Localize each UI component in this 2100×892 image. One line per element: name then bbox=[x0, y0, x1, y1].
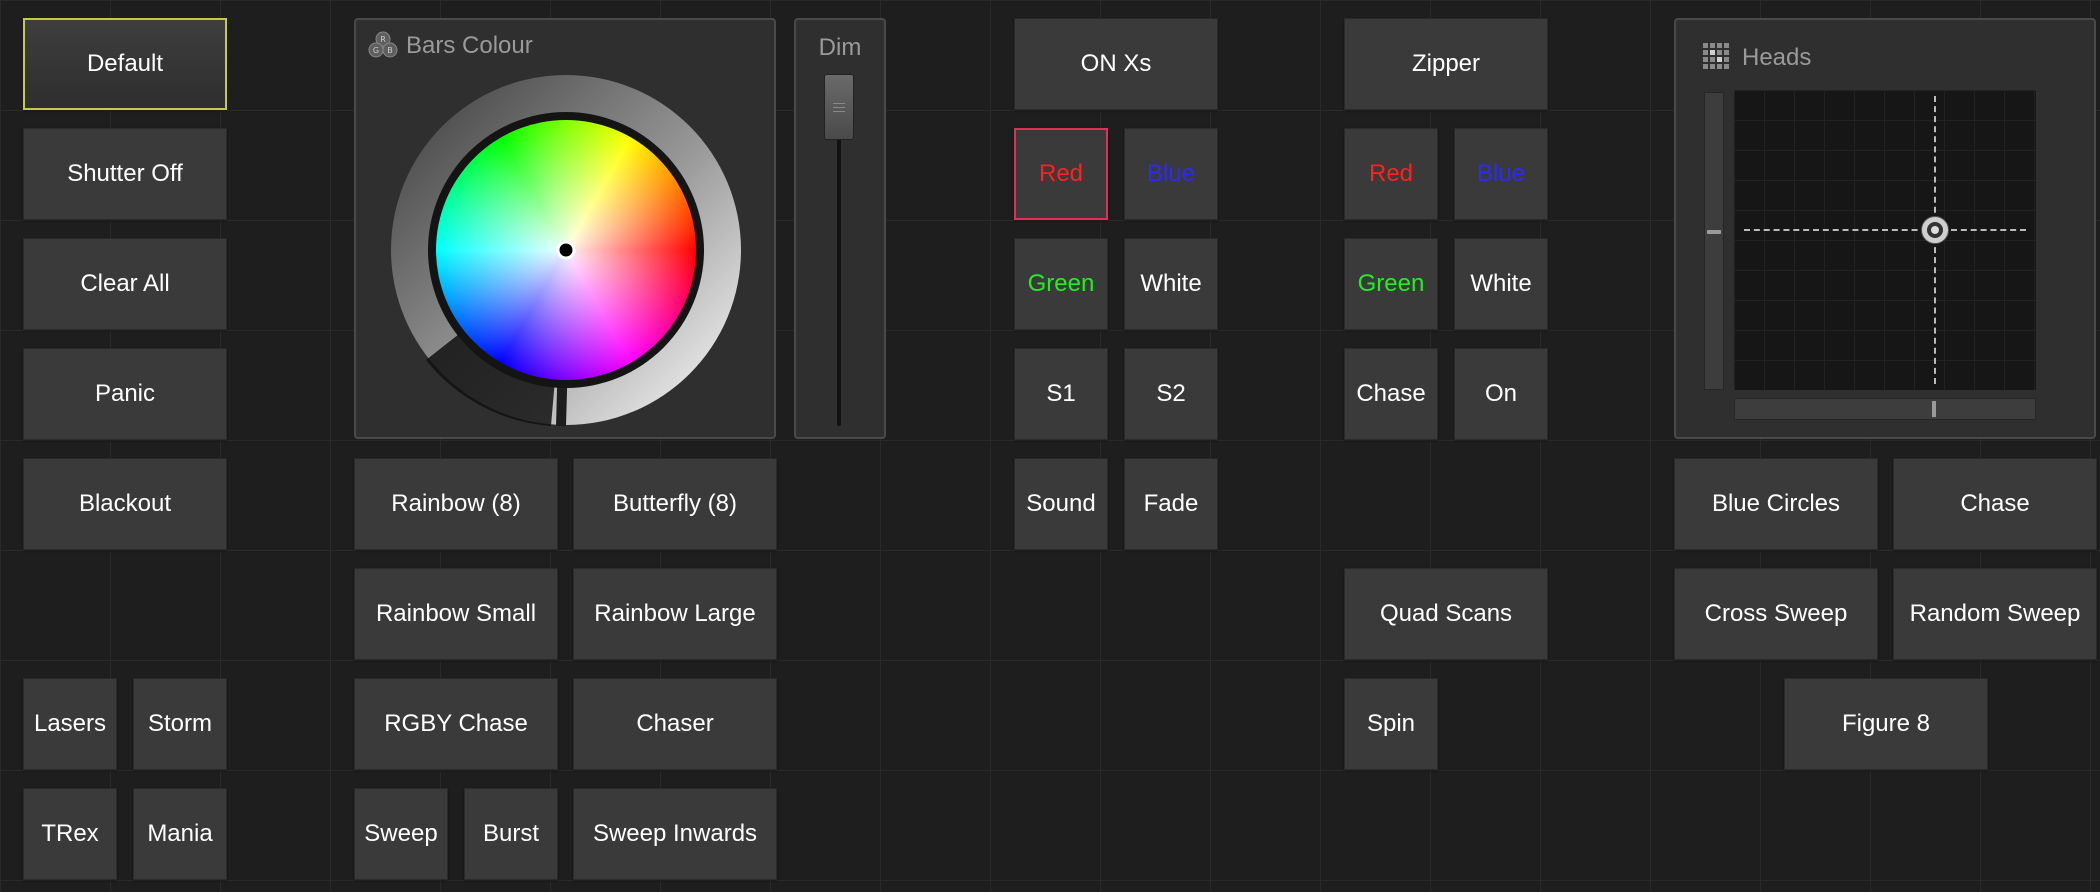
on-xs-white-button[interactable]: White bbox=[1124, 238, 1218, 330]
sweep-inwards-button[interactable]: Sweep Inwards bbox=[573, 788, 777, 880]
tilt-slider[interactable] bbox=[1704, 92, 1724, 390]
zipper-on-button[interactable]: On bbox=[1454, 348, 1548, 440]
on-xs-fade-button[interactable]: Fade bbox=[1124, 458, 1218, 550]
zipper-green-button[interactable]: Green bbox=[1344, 238, 1438, 330]
pan-slider-handle[interactable] bbox=[1932, 401, 1936, 417]
quad-scans-button[interactable]: Quad Scans bbox=[1344, 568, 1548, 660]
heads-chase-button[interactable]: Chase bbox=[1893, 458, 2097, 550]
svg-text:B: B bbox=[387, 46, 393, 55]
rainbow-small-button[interactable]: Rainbow Small bbox=[354, 568, 558, 660]
default-button[interactable]: Default bbox=[23, 18, 227, 110]
burst-button[interactable]: Burst bbox=[464, 788, 558, 880]
zipper-blue-button[interactable]: Blue bbox=[1454, 128, 1548, 220]
pan-tilt-pad[interactable] bbox=[1734, 90, 2036, 390]
clear-all-button[interactable]: Clear All bbox=[23, 238, 227, 330]
rainbow-8-button[interactable]: Rainbow (8) bbox=[354, 458, 558, 550]
colour-picker-marker[interactable] bbox=[556, 240, 576, 260]
zipper-button[interactable]: Zipper bbox=[1344, 18, 1548, 110]
mania-button[interactable]: Mania bbox=[133, 788, 227, 880]
on-xs-red-button[interactable]: Red bbox=[1014, 128, 1108, 220]
dim-fader-panel: Dim bbox=[794, 18, 886, 439]
on-xs-s1-button[interactable]: S1 bbox=[1014, 348, 1108, 440]
zipper-red-button[interactable]: Red bbox=[1344, 128, 1438, 220]
bars-colour-title: Bars Colour bbox=[406, 32, 533, 59]
heads-panel: Heads bbox=[1674, 18, 2096, 439]
dim-fader-track[interactable] bbox=[837, 90, 841, 426]
colour-wheel[interactable] bbox=[386, 70, 746, 430]
pan-tilt-marker[interactable] bbox=[1921, 216, 1949, 244]
storm-button[interactable]: Storm bbox=[133, 678, 227, 770]
cross-sweep-button[interactable]: Cross Sweep bbox=[1674, 568, 1878, 660]
sweep-button[interactable]: Sweep bbox=[354, 788, 448, 880]
zipper-white-button[interactable]: White bbox=[1454, 238, 1548, 330]
blue-circles-button[interactable]: Blue Circles bbox=[1674, 458, 1878, 550]
heads-title: Heads bbox=[1742, 44, 1812, 71]
on-xs-green-button[interactable]: Green bbox=[1014, 238, 1108, 330]
svg-text:G: G bbox=[373, 46, 379, 55]
figure-8-button[interactable]: Figure 8 bbox=[1784, 678, 1988, 770]
shutter-off-button[interactable]: Shutter Off bbox=[23, 128, 227, 220]
dim-title: Dim bbox=[818, 34, 862, 61]
trex-button[interactable]: TRex bbox=[23, 788, 117, 880]
svg-text:R: R bbox=[380, 35, 386, 44]
dim-fader-handle[interactable] bbox=[824, 74, 854, 140]
on-xs-blue-button[interactable]: Blue bbox=[1124, 128, 1218, 220]
butterfly-8-button[interactable]: Butterfly (8) bbox=[573, 458, 777, 550]
pan-slider[interactable] bbox=[1734, 398, 2036, 420]
rgb-icon: R G B bbox=[368, 30, 398, 65]
spin-button[interactable]: Spin bbox=[1344, 678, 1438, 770]
rainbow-large-button[interactable]: Rainbow Large bbox=[573, 568, 777, 660]
grid-icon bbox=[1702, 42, 1732, 77]
blackout-button[interactable]: Blackout bbox=[23, 458, 227, 550]
random-sweep-button[interactable]: Random Sweep bbox=[1893, 568, 2097, 660]
bars-colour-panel: R G B Bars Colour bbox=[354, 18, 776, 439]
tilt-slider-handle[interactable] bbox=[1707, 230, 1721, 234]
zipper-chase-button[interactable]: Chase bbox=[1344, 348, 1438, 440]
on-xs-s2-button[interactable]: S2 bbox=[1124, 348, 1218, 440]
chaser-button[interactable]: Chaser bbox=[573, 678, 777, 770]
on-xs-button[interactable]: ON Xs bbox=[1014, 18, 1218, 110]
rgby-chase-button[interactable]: RGBY Chase bbox=[354, 678, 558, 770]
panic-button[interactable]: Panic bbox=[23, 348, 227, 440]
lasers-button[interactable]: Lasers bbox=[23, 678, 117, 770]
on-xs-sound-button[interactable]: Sound bbox=[1014, 458, 1108, 550]
